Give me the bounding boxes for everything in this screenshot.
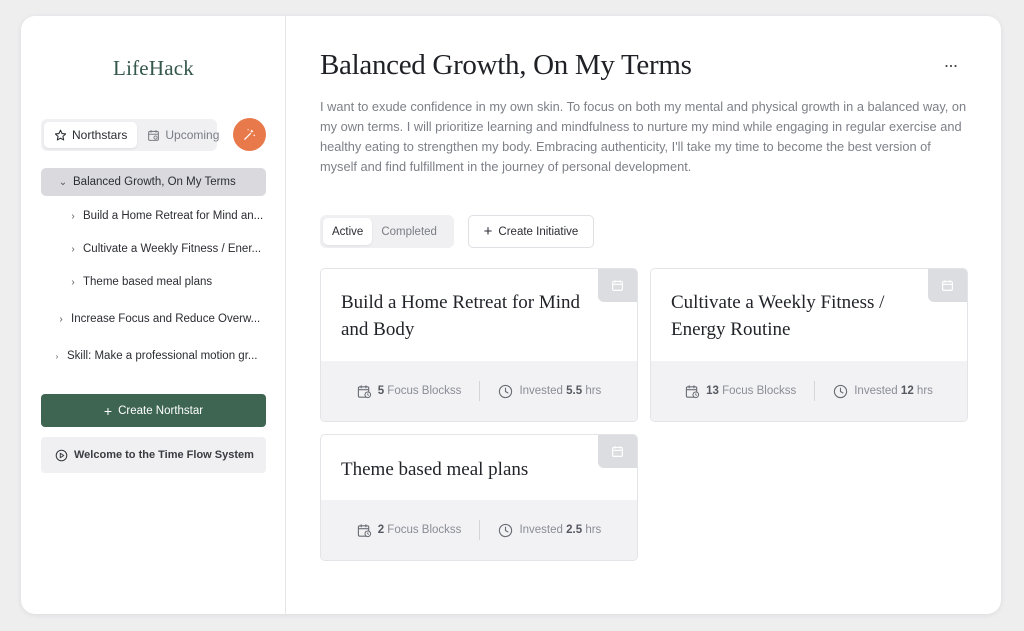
tree-item-motion-skill[interactable]: › Skill: Make a professional motion gr..… [51,342,266,370]
more-horizontal-icon [945,64,957,68]
welcome-button[interactable]: Welcome to the Time Flow System [41,437,266,473]
chevron-right-icon: › [71,210,75,222]
clock-icon [833,384,848,399]
card-title: Theme based meal plans [341,459,529,480]
invested-label: Invested [854,385,898,397]
card-footer: 5 Focus Blockss Invested 5.5 hrs [321,361,637,421]
calendar-icon [941,279,954,292]
divider [479,520,481,540]
tree-item-increase-focus[interactable]: › Increase Focus and Reduce Overw... [55,305,266,333]
focus-blocks-stat: 2 Focus Blockss [357,523,462,538]
magic-button[interactable] [233,118,266,151]
invested-value: 12 [900,385,914,397]
focus-count: 5 [377,385,385,397]
invested-unit: hrs [585,385,602,397]
invested-stat: Invested 12 hrs [833,384,933,399]
page-title: Balanced Growth, On My Terms [320,49,692,81]
card-title: Build a Home Retreat for Mind and Body [341,292,581,340]
tree-item-label: Balanced Growth, On My Terms [73,176,236,188]
focus-count: 2 [377,524,385,536]
calendar-clock-icon [357,523,372,538]
tree-item-weekly-fitness[interactable]: › Cultivate a Weekly Fitness / Ener... [67,235,266,263]
invested-value: 2.5 [566,524,583,536]
invested-stat: Invested 5.5 hrs [498,384,601,399]
invested-label: Invested [519,385,563,397]
plus-icon: + [483,223,493,240]
chevron-right-icon: › [59,313,63,325]
chevron-right-icon: › [55,351,59,361]
app-logo: LifeHack [113,56,194,80]
tree-item-label: Skill: Make a professional motion gr... [67,350,258,362]
sidebar: LifeHack Northstars Upcoming ⌄ Balanced … [21,16,286,614]
welcome-label: Welcome to the Time Flow System [74,449,254,461]
calendar-icon [147,129,160,142]
divider [814,381,816,401]
tab-upcoming-label: Upcoming [165,128,220,142]
northstar-description: I want to exude confidence in my own ski… [320,99,967,174]
card-schedule-button[interactable] [598,435,637,468]
tree-item-label: Cultivate a Weekly Fitness / Ener... [83,243,262,255]
card-footer: 2 Focus Blockss Invested 2.5 hrs [321,500,637,560]
card-schedule-button[interactable] [598,269,637,302]
clock-icon [498,384,513,399]
invested-stat: Invested 2.5 hrs [498,523,601,538]
initiative-card[interactable]: Theme based meal plans 2 Focus Blockss I… [320,434,638,561]
initiative-card[interactable]: Cultivate a Weekly Fitness / Energy Rout… [650,268,968,422]
plus-icon: + [103,402,113,419]
card-schedule-button[interactable] [928,269,967,302]
create-northstar-button[interactable]: + Create Northstar [41,394,266,427]
card-title: Cultivate a Weekly Fitness / Energy Rout… [671,292,885,340]
tree-item-balanced-growth[interactable]: ⌄ Balanced Growth, On My Terms [41,168,266,196]
calendar-clock-icon [685,384,700,399]
tab-northstars[interactable]: Northstars [44,122,138,148]
app-window: LifeHack Northstars Upcoming ⌄ Balanced … [21,16,1001,614]
more-options-button[interactable] [937,54,965,78]
chevron-right-icon: › [71,276,75,288]
calendar-icon [611,279,624,292]
card-footer: 13 Focus Blockss Invested 12 hrs [651,361,967,421]
create-initiative-button[interactable]: + Create Initiative [468,215,594,248]
focus-label: Focus Blockss [387,524,462,536]
sparkle-icon [242,127,257,142]
play-circle-icon [55,449,68,462]
main-content: Balanced Growth, On My Terms I want to e… [287,16,1001,614]
chevron-down-icon: ⌄ [58,176,68,188]
create-initiative-label: Create Initiative [498,225,579,238]
focus-blocks-stat: 5 Focus Blockss [357,384,462,399]
tree-item-label: Build a Home Retreat for Mind an... [83,210,264,222]
focus-label: Focus Blockss [722,385,797,397]
sidebar-tabs: Northstars Upcoming [41,119,219,151]
calendar-clock-icon [357,384,372,399]
create-northstar-label: Create Northstar [118,404,204,417]
calendar-icon [611,445,624,458]
focus-label: Focus Blockss [387,385,462,397]
focus-count: 13 [706,385,719,397]
focus-blocks-stat: 13 Focus Blockss [685,384,796,399]
tab-completed[interactable]: Completed [372,218,446,245]
star-icon [54,129,67,142]
invested-value: 5.5 [566,385,583,397]
tab-northstars-label: Northstars [72,128,128,142]
clock-icon [498,523,513,538]
tab-active[interactable]: Active [323,218,373,245]
invested-label: Invested [519,524,563,536]
divider [479,381,481,401]
tree-item-label: Increase Focus and Reduce Overw... [71,313,261,325]
initiative-tabs: Active Completed [320,215,454,248]
invested-unit: hrs [916,385,933,397]
initiative-card[interactable]: Build a Home Retreat for Mind and Body 5… [320,268,638,422]
tab-upcoming[interactable]: Upcoming [137,122,229,148]
tree-item-label: Theme based meal plans [83,276,213,288]
chevron-right-icon: › [71,243,75,255]
invested-unit: hrs [585,524,602,536]
tree-item-home-retreat[interactable]: › Build a Home Retreat for Mind an... [67,202,266,230]
tree-item-meal-plans[interactable]: › Theme based meal plans [67,268,266,296]
